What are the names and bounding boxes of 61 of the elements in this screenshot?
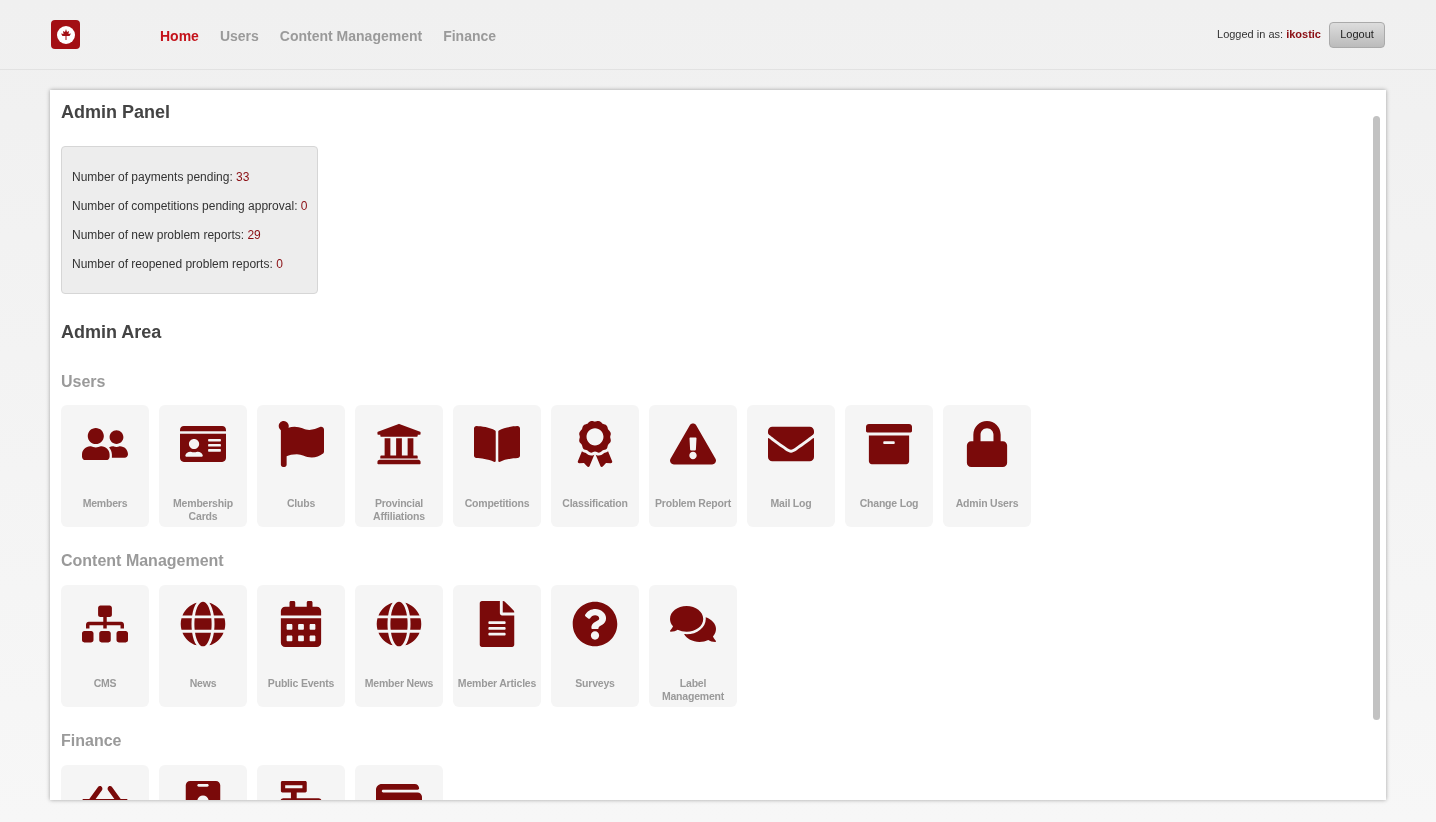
- calendar-icon: [278, 601, 324, 647]
- tile[interactable]: Membership Cards: [159, 405, 247, 527]
- stat-line: Number of competitions pending approval: 0: [72, 198, 307, 215]
- cabinet-icon: [866, 421, 912, 467]
- nav-link[interactable]: Home: [160, 26, 199, 47]
- globe-icon: [180, 601, 226, 647]
- stat-line: Number of reopened problem reports: 0: [72, 256, 284, 273]
- group-title: Users: [61, 372, 107, 392]
- section-title: Admin Area: [61, 321, 163, 344]
- tile-label: Membership Cards: [172, 497, 234, 523]
- tile-label: CMS: [93, 677, 117, 690]
- question-bubble-icon: [572, 601, 618, 647]
- warning-icon: [670, 421, 716, 467]
- tile-label: Member Articles: [457, 677, 537, 690]
- tile[interactable]: Change Log: [845, 405, 933, 527]
- tile[interactable]: Members: [61, 405, 149, 527]
- tile-label: Member News: [364, 677, 434, 690]
- nav-link[interactable]: Users: [219, 26, 259, 47]
- tile[interactable]: Member News: [355, 585, 443, 707]
- tile[interactable]: Member Articles: [453, 585, 541, 707]
- tile-label: Surveys: [575, 677, 615, 690]
- tile[interactable]: Mail Log: [747, 405, 835, 527]
- tile[interactable]: Problem Report: [649, 405, 737, 527]
- flag-icon: [278, 421, 324, 467]
- scrollbar[interactable]: [1373, 116, 1380, 720]
- building-icon: [376, 421, 422, 467]
- tile-label: Classification: [562, 497, 628, 510]
- tile-label: News: [189, 677, 217, 690]
- tile[interactable]: Public Events: [257, 585, 345, 707]
- nav-link[interactable]: Content Management: [279, 26, 423, 47]
- logout-button[interactable]: Logout: [1329, 21, 1385, 48]
- tile[interactable]: Clubs: [257, 405, 345, 527]
- panel-title: Admin Panel: [61, 101, 172, 124]
- stat-line: Number of new problem reports: 29: [72, 227, 262, 244]
- maple-leaf-icon: [55, 24, 76, 45]
- tile-label: Members: [82, 497, 128, 510]
- tile[interactable]: Competitions: [453, 405, 541, 527]
- tile[interactable]: CMS: [61, 585, 149, 707]
- tile[interactable]: Admin Users: [943, 405, 1031, 527]
- login-status: Logged in as: ikostic: [1217, 27, 1321, 43]
- group-title: Finance: [61, 731, 123, 751]
- tile-label: Competitions: [464, 497, 530, 510]
- tile-label: Change Log: [859, 497, 919, 510]
- tile[interactable]: Label Management: [649, 585, 737, 707]
- tile-label: Public Events: [267, 677, 335, 690]
- group-title: Content Management: [61, 551, 225, 571]
- logo[interactable]: [51, 20, 80, 49]
- tile-label: Label Management: [660, 677, 726, 703]
- tile[interactable]: Classification: [551, 405, 639, 527]
- tile-label: Provincial Affiliations: [372, 497, 426, 523]
- globe-icon: [376, 601, 422, 647]
- lock-icon: [964, 421, 1010, 467]
- tile[interactable]: Provincial Affiliations: [355, 405, 443, 527]
- tile-label: Admin Users: [955, 497, 1019, 510]
- tile[interactable]: News: [159, 585, 247, 707]
- tile-label: Clubs: [286, 497, 316, 510]
- tile-label: Mail Log: [770, 497, 812, 510]
- stat-line: Number of payments pending: 33: [72, 169, 251, 186]
- tile-label: Problem Report: [655, 497, 731, 510]
- nav-link[interactable]: Finance: [443, 26, 497, 47]
- tile[interactable]: Surveys: [551, 585, 639, 707]
